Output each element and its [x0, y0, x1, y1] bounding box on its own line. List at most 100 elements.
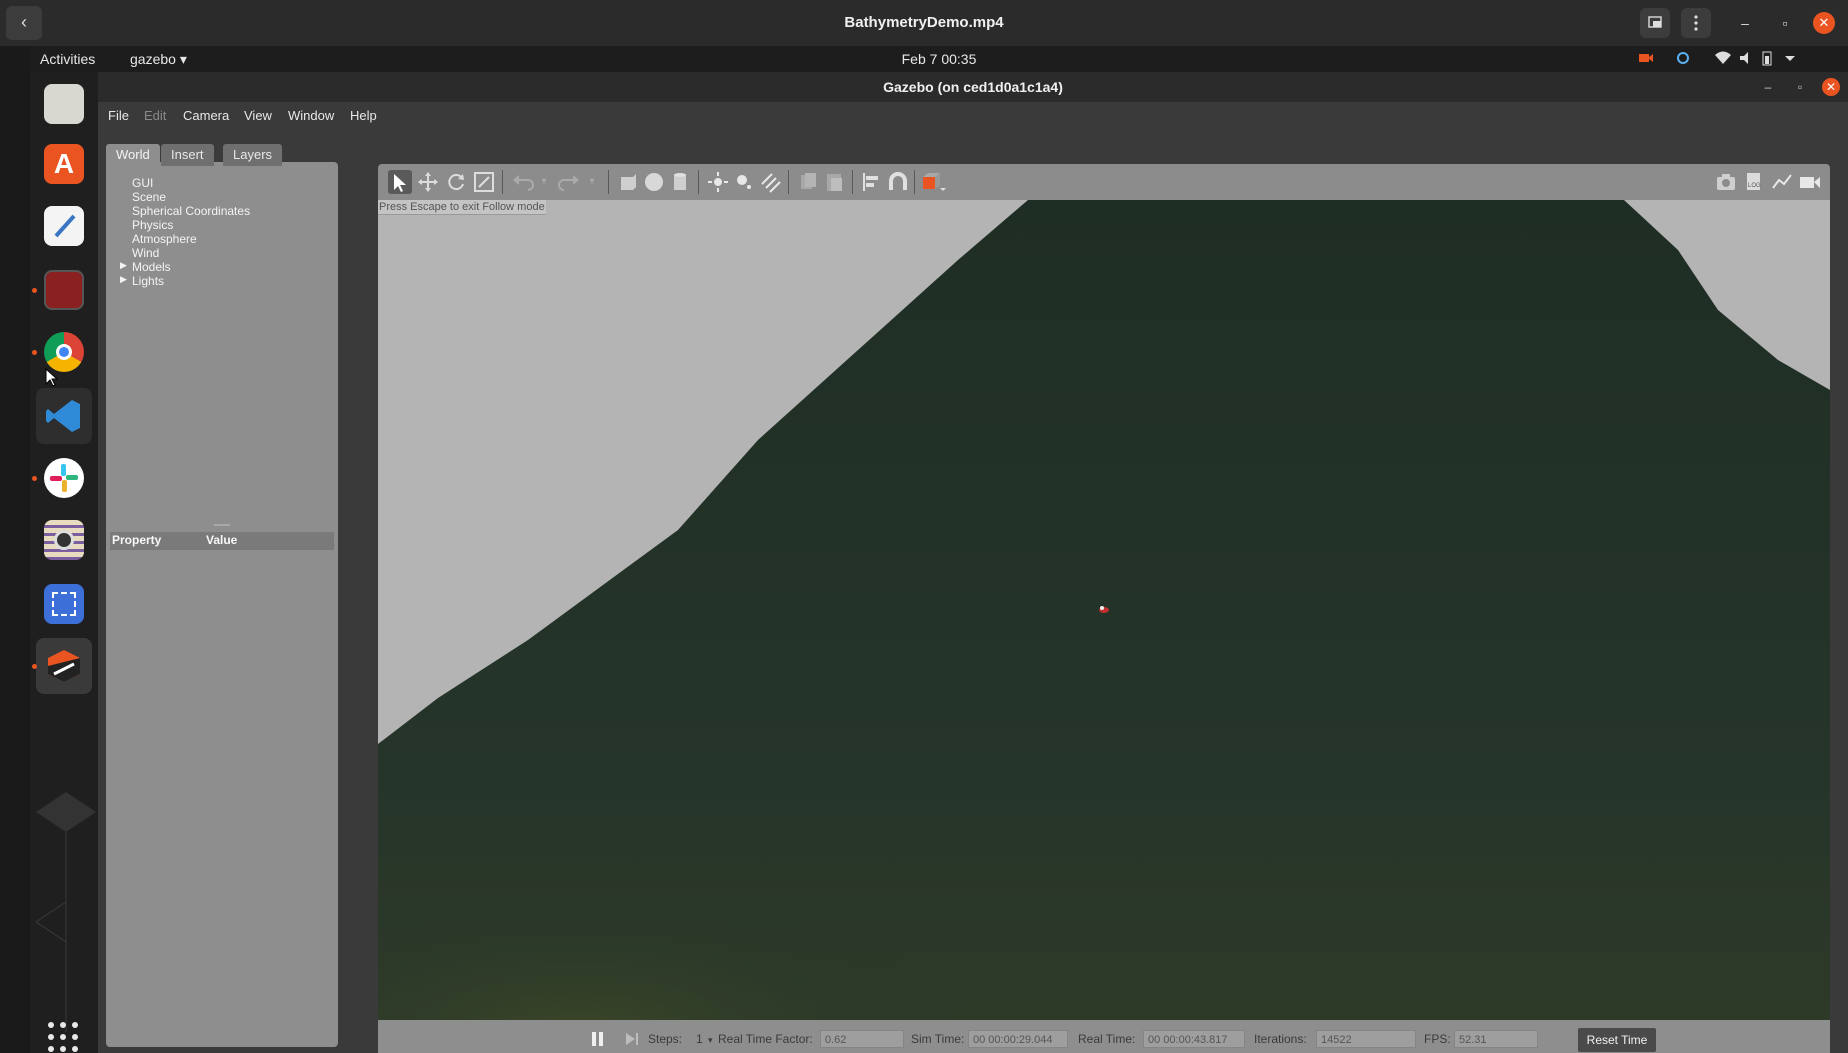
kebab-menu-icon	[1694, 15, 1698, 31]
spot-light-icon[interactable]	[732, 170, 756, 194]
step-icon	[626, 1033, 638, 1045]
snap-magnet-icon[interactable]	[886, 170, 910, 194]
player-titlebar: ‹ BathymetryDemo.mp4 – ▫ ✕	[0, 0, 1848, 46]
dock-gazebo[interactable]	[36, 638, 92, 694]
dock-vscode[interactable]	[36, 388, 92, 444]
real-time-field: 00 00:00:43.817	[1143, 1030, 1245, 1048]
menu-edit[interactable]: Edit	[144, 102, 166, 130]
menu-view[interactable]: View	[244, 102, 272, 130]
gazebo-minimize-button[interactable]: –	[1759, 78, 1777, 96]
property-table-header: Property Value	[110, 532, 334, 550]
cylinder-shape-icon[interactable]	[668, 170, 692, 194]
box-shape-icon[interactable]	[616, 170, 640, 194]
video-record-icon[interactable]	[1798, 170, 1822, 194]
player-close-button[interactable]: ✕	[1813, 12, 1835, 34]
fps-field: 52.31	[1454, 1030, 1538, 1048]
expand-arrow-icon[interactable]: ▶	[120, 260, 127, 271]
sim-time-field: 00 00:00:29.044	[968, 1030, 1068, 1048]
menu-button[interactable]	[1681, 8, 1711, 38]
player-maximize-button[interactable]: ▫	[1772, 10, 1798, 36]
terminal-app-icon	[44, 270, 84, 310]
paste-icon[interactable]	[822, 170, 846, 194]
clock[interactable]: Feb 7 00:35	[30, 46, 1848, 72]
scene-viewport[interactable]: Press Escape to exit Follow mode	[378, 200, 1830, 1026]
tab-insert[interactable]: Insert	[161, 144, 214, 166]
slack-icon	[44, 458, 84, 498]
redo-history-chevron-down-icon[interactable]: ▾	[580, 170, 604, 194]
system-menu-chevron-down-icon[interactable]	[1784, 50, 1796, 69]
video-player-window: ‹ BathymetryDemo.mp4 – ▫ ✕ Activities ga…	[0, 0, 1848, 1053]
picture-in-picture-button[interactable]	[1640, 8, 1670, 38]
sphere-shape-icon[interactable]	[642, 170, 666, 194]
chrome-icon	[44, 332, 84, 372]
terrain-render	[378, 200, 1830, 1026]
dock-slack[interactable]	[36, 450, 92, 506]
tree-item-spherical-coordinates[interactable]: Spherical Coordinates	[132, 204, 250, 218]
scale-mode-icon[interactable]	[472, 170, 496, 194]
tree-item-scene[interactable]: Scene	[132, 190, 166, 204]
show-applications-button[interactable]	[48, 1022, 80, 1053]
tree-item-physics[interactable]: Physics	[132, 218, 173, 232]
dock-files[interactable]	[36, 76, 92, 132]
screen-record-icon[interactable]	[1638, 50, 1654, 69]
select-mode-arrow-icon[interactable]	[388, 170, 412, 194]
menu-camera[interactable]: Camera	[183, 102, 229, 130]
slack-tray-icon[interactable]	[1675, 50, 1691, 69]
undo-history-chevron-down-icon[interactable]: ▾	[532, 170, 556, 194]
sim-time-label: Sim Time:	[911, 1032, 965, 1046]
battery-icon[interactable]	[1761, 50, 1773, 69]
desktop-wireframe-decoration	[36, 792, 96, 1032]
running-indicator	[32, 288, 37, 293]
vscode-icon	[44, 396, 84, 436]
fps-label: FPS:	[1424, 1032, 1451, 1046]
menu-help[interactable]: Help	[350, 102, 377, 130]
rtf-label: Real Time Factor:	[718, 1032, 813, 1046]
player-title: BathymetryDemo.mp4	[844, 14, 1004, 31]
toolbar-separator	[788, 170, 789, 194]
step-button[interactable]	[624, 1030, 640, 1048]
gazebo-close-button[interactable]: ✕	[1822, 78, 1840, 96]
screenshot-camera-icon[interactable]	[1714, 170, 1738, 194]
align-icon[interactable]	[860, 170, 884, 194]
wifi-icon[interactable]	[1714, 50, 1732, 69]
dock-terminal-app[interactable]	[36, 262, 92, 318]
point-light-icon[interactable]	[706, 170, 730, 194]
screenshot-icon	[44, 584, 84, 624]
gazebo-title: Gazebo (on ced1d0a1c1a4)	[883, 79, 1063, 95]
redo-icon[interactable]	[558, 170, 582, 194]
volume-icon[interactable]	[1738, 50, 1754, 69]
tree-item-models[interactable]: Models	[132, 260, 171, 274]
running-indicator	[32, 476, 37, 481]
dock-text-editor[interactable]	[36, 198, 92, 254]
picture-in-picture-icon	[1648, 16, 1662, 28]
tab-world[interactable]: World	[106, 144, 160, 166]
tree-item-atmosphere[interactable]: Atmosphere	[132, 232, 197, 246]
player-minimize-button[interactable]: –	[1732, 10, 1758, 36]
tree-item-gui[interactable]: GUI	[132, 176, 153, 190]
steps-chevron-down-icon[interactable]: ▾	[708, 1035, 713, 1046]
copy-icon[interactable]	[796, 170, 820, 194]
pause-button[interactable]	[592, 1030, 606, 1048]
dock-screenshot[interactable]	[36, 576, 92, 632]
plot-chart-icon[interactable]	[1770, 170, 1794, 194]
reset-time-button[interactable]: Reset Time	[1578, 1028, 1656, 1052]
menu-file[interactable]: File	[108, 102, 129, 130]
expand-arrow-icon[interactable]: ▶	[120, 274, 127, 285]
rotate-mode-icon[interactable]	[444, 170, 468, 194]
dock-camera[interactable]	[36, 512, 92, 568]
toolbar-separator	[502, 170, 503, 194]
menu-window[interactable]: Window	[288, 102, 334, 130]
directional-light-icon[interactable]	[758, 170, 782, 194]
undo-icon[interactable]	[510, 170, 534, 194]
view-angle-cube-icon[interactable]	[920, 170, 946, 194]
gazebo-titlebar: Gazebo (on ced1d0a1c1a4) – ▫ ✕	[98, 72, 1848, 102]
gazebo-maximize-button[interactable]: ▫	[1791, 78, 1809, 96]
tree-item-wind[interactable]: Wind	[132, 246, 159, 260]
log-data-icon[interactable]: LOG	[1742, 170, 1766, 194]
panel-splitter-handle[interactable]	[214, 524, 230, 526]
translate-mode-icon[interactable]	[416, 170, 440, 194]
tab-layers[interactable]: Layers	[223, 144, 283, 166]
dock-ubuntu-software[interactable]: A	[36, 136, 92, 192]
steps-value[interactable]: 1	[696, 1032, 703, 1046]
tree-item-lights[interactable]: Lights	[132, 274, 164, 288]
